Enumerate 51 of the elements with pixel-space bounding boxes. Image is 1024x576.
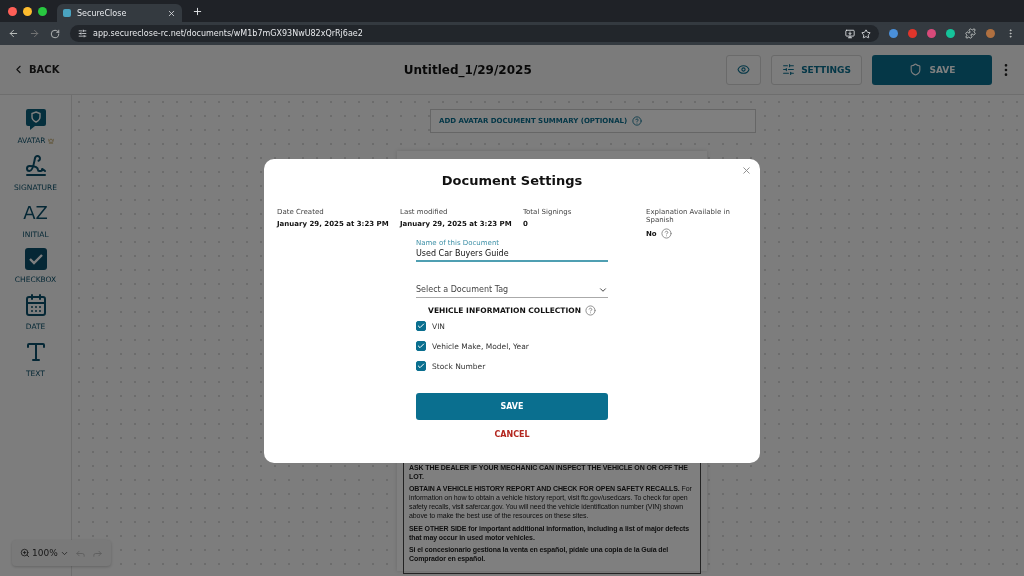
profile-avatar[interactable]	[986, 29, 995, 38]
tag-select[interactable]: Select a Document Tag	[416, 282, 608, 298]
close-button[interactable]	[741, 165, 752, 176]
sliders-icon	[782, 63, 796, 76]
zoom-icon	[20, 548, 30, 558]
tab-title: SecureClose	[77, 8, 128, 18]
back-button[interactable]: BACK	[12, 63, 60, 76]
checkbox[interactable]	[416, 341, 426, 351]
forward-arrow-icon	[29, 28, 40, 39]
help-icon	[632, 116, 643, 126]
zoom-dropdown[interactable]: 100%	[20, 548, 69, 558]
check-icon	[417, 362, 425, 370]
settings-button[interactable]: SETTINGS	[771, 54, 862, 85]
signature-icon	[23, 154, 48, 178]
chat-shield-icon	[23, 107, 48, 131]
extension-icon[interactable]	[927, 29, 936, 38]
save-button[interactable]: SAVE	[872, 54, 992, 85]
install-icon	[845, 28, 855, 39]
extension-icon[interactable]	[946, 29, 955, 38]
help-icon	[660, 228, 672, 239]
window-controls[interactable]	[8, 6, 47, 16]
save-button[interactable]: SAVE	[416, 393, 608, 420]
close-icon	[741, 165, 752, 176]
browser-tab[interactable]: SecureClose	[57, 4, 182, 22]
reload-icon	[50, 28, 60, 39]
cancel-button[interactable]: CANCEL	[494, 430, 530, 439]
extension-icon[interactable]	[908, 29, 917, 38]
bookmark-star-icon	[861, 28, 871, 39]
back-arrow-icon	[8, 28, 19, 39]
extension-icon[interactable]	[889, 29, 898, 38]
dialog-title: Document Settings	[441, 173, 583, 188]
address-bar[interactable]: app.secureclose-rc.net/documents/wM1b7mGX93NwU82xQrRj6ae2	[70, 25, 879, 42]
checkbox-icon	[24, 248, 47, 270]
letters-icon: AZ	[23, 201, 48, 225]
checkbox[interactable]	[416, 321, 426, 331]
checkbox[interactable]	[416, 361, 426, 371]
shield-icon	[908, 63, 922, 76]
puzzle-icon	[965, 28, 976, 39]
new-tab-icon	[192, 5, 203, 17]
preview-button[interactable]	[726, 54, 762, 85]
close-icon	[167, 8, 176, 18]
check-icon	[417, 322, 425, 330]
document-title: Untitled_1/29/2025	[402, 62, 533, 77]
calendar-icon	[23, 293, 48, 317]
site-settings-icon	[78, 29, 87, 38]
name-field[interactable]: Used Car Buyers Guide	[416, 249, 608, 262]
url-text: app.secureclose-rc.net/documents/wM1b7mGX93NwU82xQrRj6ae2	[93, 29, 364, 38]
site-icon	[63, 9, 71, 17]
check-icon	[417, 342, 425, 350]
help-icon	[584, 305, 596, 316]
eye-icon	[737, 63, 751, 76]
